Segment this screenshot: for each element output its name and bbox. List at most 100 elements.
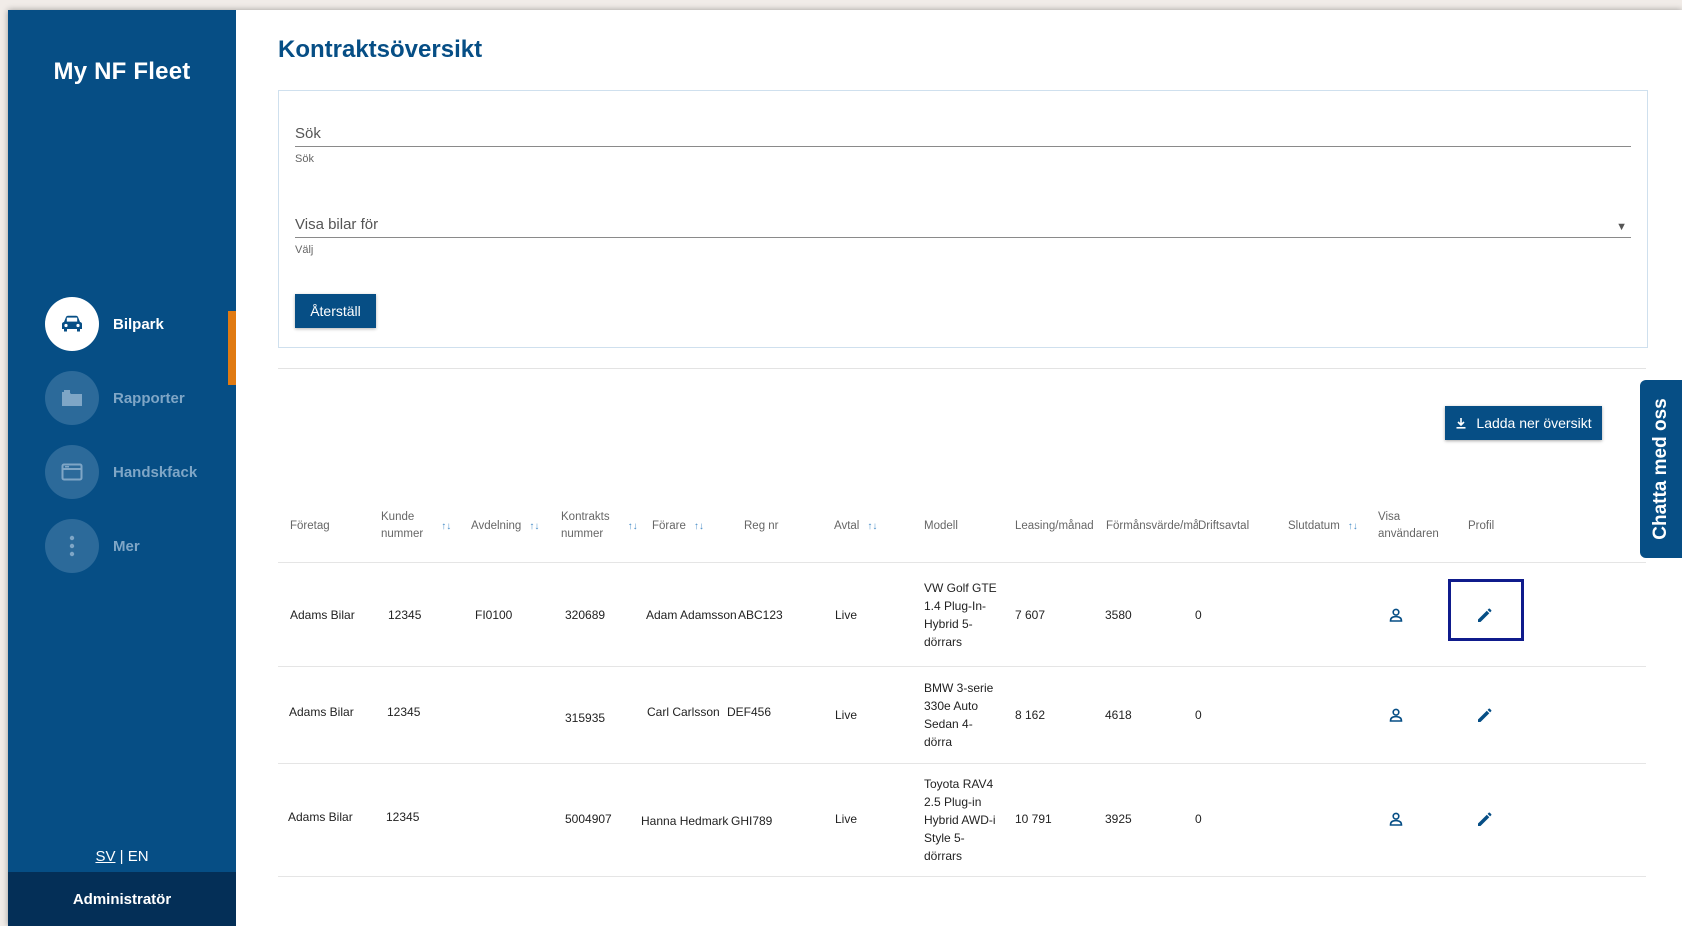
cell-operating: 0	[1195, 607, 1202, 622]
cell-model: BMW 3-serie 330e Auto Sedan 4- dörra	[924, 681, 994, 749]
user-icon[interactable]	[1384, 667, 1408, 763]
column-header-leasing: Leasing/månad	[1015, 519, 1094, 532]
cars-for-field: Visa bilar för ▼ Välj	[295, 206, 1631, 256]
cars-for-select[interactable]: Visa bilar för ▼	[295, 206, 1631, 238]
cell-reg-no: GHI789	[731, 814, 773, 828]
column-header-operating: Driftsavtal	[1198, 519, 1250, 532]
cell-agreement: Live	[835, 812, 858, 826]
sidebar-item-handskfack[interactable]: Handskfack	[45, 444, 225, 500]
column-header-profile: Profil	[1468, 519, 1495, 532]
cell-agreement: Live	[835, 607, 858, 622]
app-window: My NF Fleet Bilpark Rapporter Handskfack…	[8, 10, 1682, 926]
divider	[278, 368, 1646, 369]
column-header-model: Modell	[924, 519, 958, 532]
language-en-link[interactable]: EN	[128, 848, 149, 865]
cell-company: Adams Bilar	[289, 705, 354, 719]
reset-button[interactable]: Återställ	[295, 294, 376, 328]
cell-agreement: Live	[835, 708, 858, 722]
cell-operating: 0	[1195, 812, 1202, 826]
sort-icon[interactable]: ↑↓	[529, 518, 539, 535]
sort-icon[interactable]: ↑↓	[628, 518, 638, 535]
column-header-contract-number[interactable]: Kontrakts nummer ↑↓	[561, 490, 638, 562]
sort-icon[interactable]: ↑↓	[867, 518, 877, 535]
download-icon	[1456, 418, 1466, 429]
sidebar-item-label: Rapporter	[113, 389, 185, 407]
edit-icon[interactable]	[1473, 764, 1497, 874]
download-overview-button[interactable]: Ladda ner översikt	[1445, 406, 1602, 440]
edit-icon[interactable]	[1473, 667, 1497, 763]
column-header-agreement[interactable]: Avtal ↑↓	[834, 490, 877, 562]
language-sv-link[interactable]: SV	[95, 848, 115, 865]
column-header-customer-number[interactable]: Kunde nummer ↑↓	[381, 490, 451, 562]
cell-contract-number: 315935	[565, 711, 606, 725]
sidebar-item-mer[interactable]: Mer	[45, 518, 225, 574]
table-header: Företag Kunde nummer ↑↓ Avdelning ↑↓ Kontr…	[278, 490, 1646, 563]
car-icon	[45, 297, 99, 351]
filter-panel: Sök Sök Visa bilar för ▼ Välj Återställ	[278, 90, 1648, 348]
language-separator: |	[115, 848, 128, 865]
column-header-company[interactable]: Företag	[290, 490, 330, 562]
cell-driver: Adam Adamsson	[646, 607, 737, 622]
sidebar-item-bilpark[interactable]: Bilpark	[45, 296, 225, 352]
active-indicator	[228, 311, 236, 385]
cell-reg-no: ABC123	[738, 607, 783, 622]
chevron-down-icon: ▼	[1616, 221, 1627, 233]
cell-customer-number: 12345	[387, 705, 421, 719]
cell-customer-number: 12345	[388, 607, 422, 622]
search-field: Sök Sök	[295, 115, 1631, 165]
glovebox-icon	[45, 445, 99, 499]
cell-contract-number: 5004907	[565, 812, 612, 826]
edit-icon[interactable]	[1473, 563, 1497, 666]
sort-icon[interactable]: ↑↓	[694, 518, 704, 535]
cars-for-placeholder: Visa bilar för	[295, 216, 379, 233]
search-placeholder: Sök	[295, 125, 321, 142]
sidebar-item-label: Bilpark	[113, 315, 164, 333]
sidebar-item-rapporter[interactable]: Rapporter	[45, 370, 225, 426]
table-row: Adams Bilar 12345 5004907 Hanna Hedmark …	[278, 764, 1646, 877]
sort-icon[interactable]: ↑↓	[1348, 518, 1358, 535]
sort-icon[interactable]: ↑↓	[441, 518, 451, 535]
more-vertical-icon	[45, 519, 99, 573]
search-input[interactable]: Sök	[295, 115, 1631, 147]
cell-leasing: 10 791	[1015, 812, 1052, 826]
sidebar-item-label: Mer	[113, 537, 140, 555]
column-header-benefit: Förmånsvärde/må	[1106, 519, 1198, 532]
cell-benefit: 3925	[1105, 812, 1132, 826]
cell-contract-number: 320689	[565, 607, 606, 622]
column-header-driver[interactable]: Förare ↑↓	[652, 490, 704, 562]
chat-button[interactable]: Chatta med oss	[1640, 380, 1682, 558]
cell-benefit: 4618	[1105, 708, 1132, 722]
table-row: Adams Bilar 12345 315935 Carl Carlsson D…	[278, 667, 1646, 764]
sidebar: My NF Fleet Bilpark Rapporter Handskfack…	[8, 10, 236, 926]
user-role-bar[interactable]: Administratör	[8, 872, 236, 926]
language-switcher: SV | EN	[8, 848, 236, 865]
cell-model: Toyota RAV4 2.5 Plug-in Hybrid AWD-i Style…	[924, 777, 996, 863]
user-icon[interactable]	[1384, 764, 1408, 874]
cell-driver: Hanna Hedmark	[641, 814, 729, 828]
cell-customer-number: 12345	[386, 810, 420, 824]
cars-for-helper-text: Välj	[295, 244, 314, 256]
cell-driver: Carl Carlsson	[647, 705, 720, 719]
cell-leasing: 7 607	[1015, 607, 1046, 622]
cell-model: VW Golf GTE 1.4 Plug-In- Hybrid 5- dörrars	[924, 580, 997, 649]
cell-reg-no: DEF456	[727, 705, 772, 719]
column-header-end-date[interactable]: Slutdatum ↑↓	[1288, 490, 1358, 562]
table-row: Adams Bilar 12345 FI0100 320689 Adam Ada…	[278, 563, 1646, 667]
cell-benefit: 3580	[1105, 607, 1132, 622]
cell-leasing: 8 162	[1015, 708, 1046, 722]
page-title: Kontraktsöversikt	[278, 36, 483, 63]
download-overview-label: Ladda ner översikt	[1476, 415, 1592, 431]
user-icon[interactable]	[1384, 563, 1408, 666]
brand-logo: My NF Fleet	[53, 58, 191, 85]
column-header-department[interactable]: Avdelning ↑↓	[471, 490, 539, 562]
sidebar-item-label: Handskfack	[113, 463, 198, 481]
cell-operating: 0	[1195, 708, 1202, 722]
chat-label: Chatta med oss	[1650, 398, 1671, 540]
cell-department: FI0100	[475, 607, 513, 622]
cell-company: Adams Bilar	[288, 810, 353, 824]
contracts-table: Företag Kunde nummer ↑↓ Avdelning ↑↓ Kontr…	[278, 490, 1646, 877]
cell-company: Adams Bilar	[290, 607, 355, 622]
column-header-reg-no: Reg nr	[744, 519, 779, 532]
folder-icon	[45, 371, 99, 425]
search-helper-text: Sök	[295, 153, 314, 165]
